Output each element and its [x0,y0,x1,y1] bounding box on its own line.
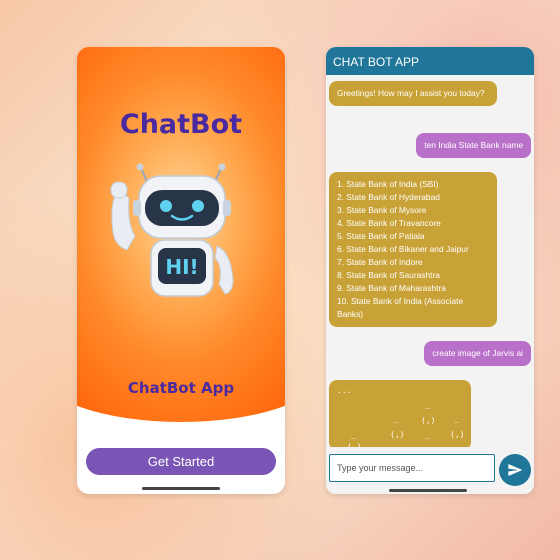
user-message: ten India State Bank name [416,133,531,158]
list-item: 1. State Bank of India (SBI) [337,179,439,189]
home-indicator [142,487,220,490]
ascii-fragment: _ [454,414,459,423]
send-button[interactable] [499,454,531,486]
list-item: 4. State Bank of Travancore [337,218,441,228]
list-item: 2. State Bank of Hyderabad [337,192,440,202]
ascii-fragment: ... [337,386,352,395]
message-list[interactable]: Greetings! How may I assist you today? t… [326,75,534,447]
home-indicator [389,489,467,492]
robot-illustration: HI! [110,163,234,297]
list-item: 5. State Bank of Patiala [337,231,425,241]
list-item: 3. State Bank of Mysore [337,205,427,215]
get-started-button[interactable]: Get Started [86,448,276,475]
list-item: 9. State Bank of Maharashtra [337,283,446,293]
ascii-fragment: (,) [390,430,405,439]
bot-message: 1. State Bank of India (SBI) 2. State Ba… [329,172,497,327]
splash-screen: ChatBot HI! ChatBot App Get Started [77,47,285,494]
app-bar: CHAT BOT APP [326,47,534,75]
bot-message-ascii-art: ... _ _ _ (,) _ (,) _ (,) (,) [329,380,471,447]
message-input[interactable] [329,454,495,482]
ascii-fragment: _ [425,400,430,409]
ascii-fragment: (,) [347,442,362,447]
user-message: create image of Jarvis ai [424,341,531,366]
bot-message: Greetings! How may I assist you today? [329,81,497,106]
ascii-fragment: _ [394,414,399,423]
splash-title: ChatBot [119,109,243,140]
send-icon [508,464,523,476]
list-item: 7. State Bank of Indore [337,257,423,267]
ascii-fragment: _ [425,430,430,439]
ascii-fragment: (,) [421,416,436,425]
composer-bar [326,447,534,494]
chat-screen: CHAT BOT APP Greetings! How may I assist… [326,47,534,494]
ascii-art: ... _ _ _ (,) _ (,) _ (,) (,) [337,384,465,447]
app-title: CHAT BOT APP [333,55,420,69]
splash-subtitle: ChatBot App [127,379,235,397]
list-item: 8. State Bank of Saurashtra [337,270,440,280]
ascii-fragment: (,) [450,430,465,439]
list-item: 10. State Bank of India (Associate Banks… [337,296,464,319]
list-item: 6. State Bank of Bikaner and Jaipur [337,244,469,254]
robot-badge-text: HI! [165,255,198,279]
